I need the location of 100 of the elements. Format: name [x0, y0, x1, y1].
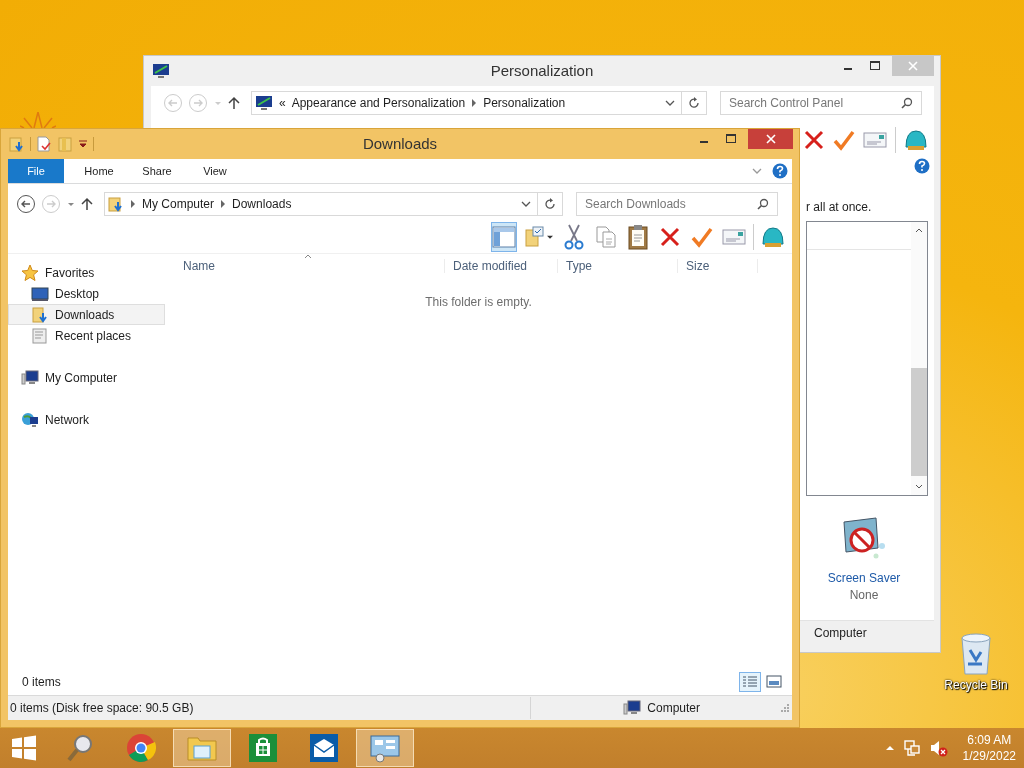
nav-item[interactable]: Recent places: [8, 325, 165, 346]
column-header[interactable]: Type: [558, 259, 678, 273]
recycle-bin-icon[interactable]: [958, 632, 994, 676]
downloads-folder-icon: [108, 196, 124, 212]
card-icon: [722, 228, 746, 246]
breadcrumb[interactable]: Appearance and Personalization: [291, 96, 466, 110]
check-icon[interactable]: [833, 129, 855, 151]
column-header[interactable]: Size: [678, 259, 758, 273]
windows-logo-icon: [11, 735, 37, 761]
flower-icon: [20, 112, 56, 128]
search-icon: [757, 198, 769, 210]
network-icon[interactable]: [902, 739, 921, 757]
up-arrow-icon[interactable]: [81, 197, 93, 211]
address-bar[interactable]: « Appearance and Personalization Personalization: [251, 91, 707, 115]
dropdown-icon[interactable]: [521, 200, 531, 208]
chevron-icon[interactable]: [220, 200, 227, 208]
chevron-icon[interactable]: [130, 200, 136, 208]
delete-icon: [659, 226, 681, 248]
paste-button[interactable]: [625, 222, 651, 252]
description-text: r all at once.: [806, 200, 872, 214]
close-button[interactable]: [748, 129, 793, 149]
nav-item[interactable]: My Computer: [8, 367, 165, 388]
caret-icon: [546, 234, 554, 240]
speaker-icon[interactable]: [928, 739, 949, 757]
clipboard-icon: [627, 224, 649, 250]
item-count: 0 items: [22, 675, 61, 689]
screen-saver-value: None: [849, 588, 879, 602]
control-panel-icon: [369, 733, 401, 763]
nav-item[interactable]: Downloads: [8, 304, 165, 325]
scroll-up-icon[interactable]: [915, 227, 923, 233]
column-header[interactable]: Name: [175, 259, 445, 273]
delete-icon[interactable]: [803, 129, 825, 151]
copy-icon: [595, 225, 617, 249]
browser-icon: [126, 733, 156, 763]
properties-icon[interactable]: [36, 136, 52, 152]
list-icon: [742, 675, 758, 689]
expand-ribbon-icon[interactable]: [752, 167, 762, 175]
magnifier-icon: [65, 733, 95, 763]
breadcrumb[interactable]: My Computer: [142, 197, 215, 211]
control-panel-taskbar-button[interactable]: [356, 729, 414, 767]
nav-item[interactable]: Favorites: [8, 262, 165, 283]
search-icon: [901, 97, 913, 109]
shell-icon[interactable]: [904, 129, 928, 151]
computer-icon: [21, 368, 39, 387]
theme-list[interactable]: [806, 221, 928, 496]
maximize-icon[interactable]: [725, 134, 736, 144]
file-menu-tab[interactable]: File: [8, 159, 64, 183]
column-header[interactable]: Date modified: [445, 259, 558, 273]
help-icon[interactable]: [772, 163, 788, 179]
refresh-icon[interactable]: [688, 97, 700, 109]
network-icon: [21, 410, 39, 429]
search-field[interactable]: Search Control Panel: [720, 91, 922, 115]
help-icon[interactable]: [914, 158, 930, 174]
computer-icon: [623, 700, 642, 716]
picture-frame-icon: [766, 675, 782, 689]
star-icon: [21, 263, 39, 282]
search-field[interactable]: Search Downloads: [576, 192, 778, 216]
maximize-icon[interactable]: [869, 61, 880, 71]
close-icon: [765, 134, 776, 144]
window-title: Downloads: [361, 135, 439, 152]
scroll-down-icon[interactable]: [915, 484, 923, 490]
dropdown-icon[interactable]: [665, 99, 675, 107]
monitor-icon: [255, 95, 273, 111]
breadcrumb-overflow[interactable]: «: [279, 96, 286, 110]
show-hidden-icons-icon[interactable]: [884, 744, 895, 752]
breadcrumb[interactable]: Personalization: [483, 96, 566, 110]
back-icon[interactable]: [16, 194, 36, 214]
layout-pane-icon: [492, 226, 516, 248]
scissors-icon: [564, 224, 584, 250]
window-title: Personalization: [489, 62, 595, 79]
ribbon-tab[interactable]: Share: [128, 159, 186, 183]
up-arrow-icon[interactable]: [228, 96, 240, 110]
breadcrumb[interactable]: Downloads: [232, 197, 292, 211]
monitor-icon: [152, 63, 170, 79]
status-text: Computer: [814, 626, 868, 640]
downloads-folder-icon: [31, 306, 49, 323]
ribbon-tab[interactable]: View: [186, 159, 244, 183]
nav-item[interactable]: Network: [8, 409, 165, 430]
scrollbar[interactable]: [911, 222, 927, 495]
empty-folder-message: This folder is empty.: [425, 295, 532, 309]
explorer-taskbar-button[interactable]: [173, 729, 231, 767]
screen-saver-link[interactable]: Screen Saver: [827, 571, 901, 585]
document-icon: [31, 327, 49, 344]
refresh-icon[interactable]: [544, 198, 556, 210]
close-icon: [908, 61, 918, 71]
card-icon[interactable]: [863, 131, 887, 149]
shopping-bag-icon: [248, 733, 278, 763]
mail-icon: [309, 733, 339, 763]
details-view-button[interactable]: [739, 672, 761, 692]
ribbon-tab[interactable]: Home: [70, 159, 128, 183]
customize-caret-icon[interactable]: [78, 139, 88, 149]
shell-icon: [761, 226, 785, 248]
folder-icon: [186, 734, 218, 762]
resize-grip-icon[interactable]: [780, 703, 790, 713]
nav-item[interactable]: Desktop: [8, 283, 165, 304]
status-location: Computer: [647, 701, 700, 715]
address-bar[interactable]: My Computer Downloads: [104, 192, 563, 216]
layout-button[interactable]: [491, 222, 517, 252]
chevron-icon[interactable]: [471, 99, 478, 107]
downloads-folder-icon[interactable]: [9, 136, 25, 152]
